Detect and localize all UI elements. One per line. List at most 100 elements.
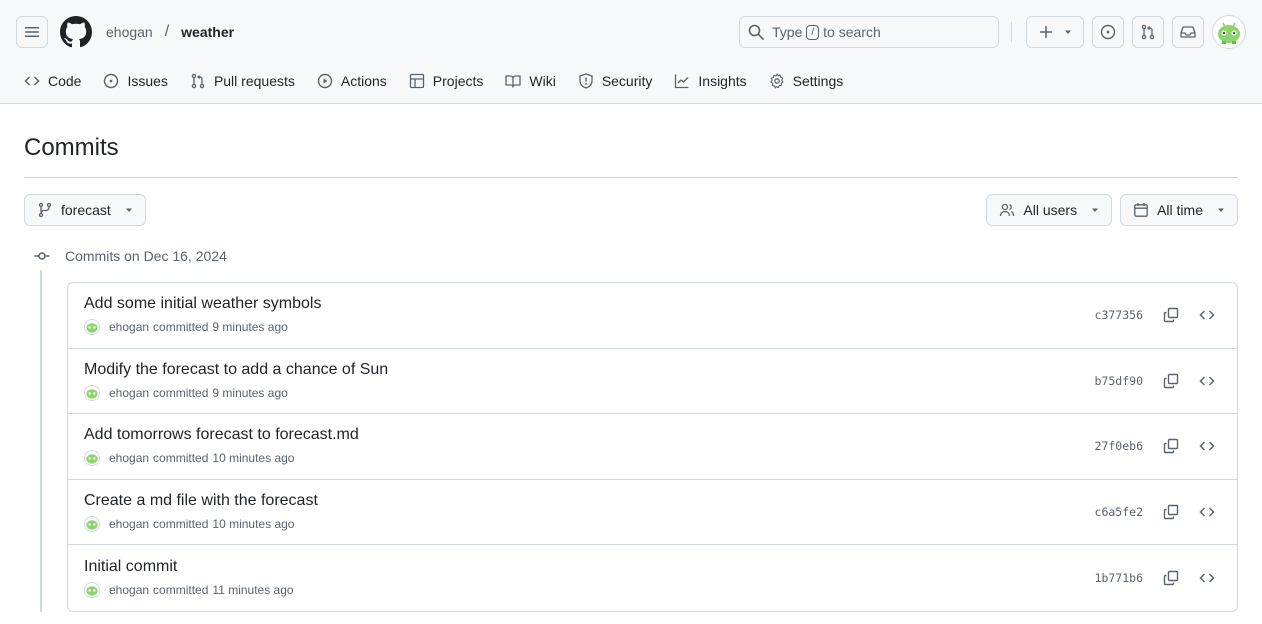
users-filter-button[interactable]: All users	[986, 194, 1113, 226]
tab-label: Code	[48, 73, 82, 89]
author-avatar[interactable]	[84, 515, 100, 532]
pull-requests-button[interactable]	[1132, 16, 1164, 48]
commit-message-link[interactable]: Modify the forecast to add a chance of S…	[84, 361, 1095, 379]
browse-files-button[interactable]	[1193, 432, 1221, 460]
code-icon	[1199, 573, 1215, 583]
commit-row: Modify the forecast to add a chance of S…	[68, 349, 1237, 414]
plus-icon	[1040, 26, 1052, 38]
copy-sha-button[interactable]	[1157, 367, 1185, 395]
author-avatar[interactable]	[84, 384, 100, 401]
menu-button[interactable]	[16, 16, 48, 48]
code-icon	[1199, 441, 1215, 451]
tab-code[interactable]: Code	[16, 64, 89, 98]
filter-bar: forecast All users All time	[24, 194, 1238, 226]
commit-verb: committed	[153, 516, 209, 531]
triangle-down-icon	[1092, 208, 1099, 212]
tab-label: Issues	[127, 73, 168, 89]
commit-row: Create a md file with the forecast ehoga…	[68, 480, 1237, 545]
search-shortcut-key: /	[806, 24, 820, 40]
tab-security[interactable]: Security	[570, 64, 661, 98]
tab-label: Settings	[792, 73, 844, 89]
android-avatar-icon	[86, 586, 98, 596]
commit-message-link[interactable]: Add tomorrows forecast to forecast.md	[84, 426, 1095, 444]
search-placeholder-suffix: to search	[823, 24, 881, 40]
copy-sha-button[interactable]	[1157, 301, 1185, 329]
branch-select-button[interactable]: forecast	[24, 194, 146, 226]
people-icon	[1000, 203, 1015, 217]
time-filter-button[interactable]: All time	[1120, 194, 1238, 226]
tab-pull-requests[interactable]: Pull requests	[182, 64, 303, 98]
user-avatar[interactable]	[1212, 15, 1246, 49]
github-mark-icon	[60, 16, 92, 48]
gear-icon	[769, 73, 784, 89]
tab-label: Wiki	[529, 73, 556, 89]
copy-icon	[1163, 504, 1179, 519]
tab-actions[interactable]: Actions	[309, 64, 395, 98]
tab-projects[interactable]: Projects	[401, 64, 492, 98]
breadcrumb-repo[interactable]: weather	[181, 24, 234, 40]
commit-message-link[interactable]: Add some initial weather symbols	[84, 295, 1095, 313]
tab-issues[interactable]: Issues	[95, 64, 175, 98]
copy-sha-button[interactable]	[1157, 432, 1185, 460]
commit-message-link[interactable]: Create a md file with the forecast	[84, 492, 1095, 510]
pull-request-icon	[191, 73, 205, 89]
github-logo[interactable]	[60, 16, 92, 48]
commit-author-link[interactable]: ehogan	[109, 386, 149, 400]
inbox-button[interactable]	[1172, 16, 1204, 48]
commit-sha-link[interactable]: c377356	[1095, 308, 1143, 322]
commit-sha-link[interactable]: c6a5fe2	[1095, 505, 1143, 519]
commit-author-link[interactable]: ehogan	[109, 451, 149, 465]
search-icon	[748, 24, 764, 40]
commit-author-link[interactable]: ehogan	[109, 320, 149, 334]
repo-nav: Code Issues Pull requests Actions Projec…	[16, 64, 857, 98]
copy-icon	[1163, 308, 1179, 323]
copy-icon	[1163, 570, 1179, 585]
inbox-icon	[1180, 26, 1196, 38]
search-input[interactable]: Type / to search	[739, 16, 999, 48]
commit-date-label: Commits on Dec 16, 2024	[65, 248, 227, 264]
breadcrumb-separator: /	[164, 23, 170, 40]
commit-author-link[interactable]: ehogan	[109, 517, 149, 531]
tab-settings[interactable]: Settings	[761, 64, 852, 98]
git-branch-icon	[38, 202, 52, 218]
tab-insights[interactable]: Insights	[666, 64, 754, 98]
main-content: Commits forecast All users All time Comm…	[0, 134, 1262, 612]
copy-sha-button[interactable]	[1157, 498, 1185, 526]
tab-label: Actions	[340, 73, 387, 89]
commit-sha-link[interactable]: 27f0eb6	[1095, 439, 1143, 453]
code-icon	[1199, 507, 1215, 517]
commit-time: 9 minutes ago	[212, 320, 288, 335]
commit-author-link[interactable]: ehogan	[109, 583, 149, 597]
tab-wiki[interactable]: Wiki	[497, 64, 563, 98]
commit-verb: committed	[153, 385, 209, 400]
commit-verb: committed	[153, 451, 209, 466]
commit-message-link[interactable]: Initial commit	[84, 558, 1095, 576]
author-avatar[interactable]	[84, 581, 100, 598]
commit-sha-link[interactable]: 1b771b6	[1095, 571, 1143, 585]
author-avatar[interactable]	[84, 319, 100, 336]
calendar-icon	[1134, 203, 1148, 217]
book-icon	[505, 75, 522, 88]
page-title: Commits	[24, 134, 1238, 178]
commit-time: 10 minutes ago	[212, 451, 295, 466]
copy-sha-button[interactable]	[1157, 564, 1185, 592]
commit-verb: committed	[153, 582, 209, 597]
browse-files-button[interactable]	[1193, 367, 1221, 395]
create-new-button[interactable]	[1026, 16, 1084, 48]
author-avatar[interactable]	[84, 450, 100, 467]
issues-button[interactable]	[1092, 16, 1124, 48]
git-commit-icon	[24, 248, 60, 264]
android-avatar-icon	[86, 520, 98, 530]
commit-row: Add some initial weather symbols ehogan …	[68, 283, 1237, 349]
browse-files-button[interactable]	[1193, 301, 1221, 329]
code-icon	[1199, 376, 1215, 386]
tab-label: Pull requests	[213, 73, 295, 89]
browse-files-button[interactable]	[1193, 498, 1221, 526]
breadcrumb-owner[interactable]: ehogan	[106, 24, 153, 40]
commit-sha-link[interactable]: b75df90	[1095, 374, 1143, 388]
code-icon	[1199, 310, 1215, 320]
users-filter-label: All users	[1023, 202, 1078, 218]
commit-time: 11 minutes ago	[212, 582, 294, 597]
browse-files-button[interactable]	[1193, 564, 1221, 592]
issue-opened-icon	[1100, 24, 1116, 40]
